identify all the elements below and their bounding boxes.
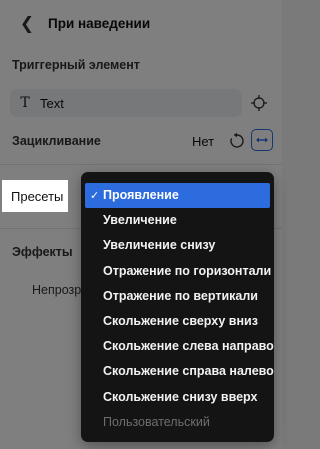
dropdown-option[interactable]: Скольжение сверху вниз xyxy=(85,309,270,334)
dropdown-option: Пользовательский xyxy=(85,410,270,435)
back-button[interactable]: ❮ xyxy=(18,14,36,34)
dropdown-option[interactable]: Отражение по горизонтали xyxy=(85,259,272,284)
trigger-element-field[interactable]: T Text xyxy=(10,89,242,117)
divider xyxy=(0,164,282,165)
pingpong-toggle-button[interactable] xyxy=(251,129,273,151)
page-title: При наведении xyxy=(48,16,151,31)
text-t-icon: T xyxy=(20,95,30,111)
loop-label: Зацикливание xyxy=(12,134,101,148)
panel-header: ❮ При наведении xyxy=(0,0,282,48)
chevron-left-icon: ❮ xyxy=(19,14,35,34)
dropdown-option[interactable]: Отражение по вертикали xyxy=(85,284,270,309)
presets-dropdown-list: ✓ Проявление Увеличение Увеличение снизу Отр… xyxy=(85,183,274,435)
dropdown-option-label: Увеличение снизу xyxy=(103,238,216,253)
loop-value[interactable]: Нет xyxy=(192,134,214,149)
dropdown-option[interactable]: Скольжение слева направо xyxy=(85,334,274,359)
dropdown-option-label: Проявление xyxy=(103,188,179,202)
checkmark-icon: ✓ xyxy=(90,189,100,202)
double-arrow-icon xyxy=(256,137,268,143)
dropdown-option[interactable]: Скольжение снизу вверх xyxy=(85,385,270,410)
dropdown-option-label: Увеличение xyxy=(103,213,177,228)
dropdown-option[interactable]: Увеличение xyxy=(85,208,270,233)
dropdown-option-label: Скольжение справа налево xyxy=(103,364,274,379)
trigger-element-value: Text xyxy=(40,95,64,111)
trigger-section-label: Триггерный элемент xyxy=(12,58,140,72)
effects-label: Эффекты xyxy=(12,245,73,259)
dropdown-option-label: Скольжение слева направо xyxy=(103,339,274,354)
presets-label: Пресеты xyxy=(2,180,68,212)
dropdown-option-label: Скольжение снизу вверх xyxy=(103,389,258,404)
dropdown-option[interactable]: Увеличение снизу xyxy=(85,233,270,258)
crosshair-icon[interactable] xyxy=(250,94,268,112)
replay-icon[interactable] xyxy=(228,132,246,150)
dropdown-option[interactable]: ✓ Проявление xyxy=(85,183,270,209)
dropdown-option-label: Отражение по горизонтали xyxy=(103,263,272,278)
dropdown-option-label: Скольжение сверху вниз xyxy=(103,313,258,328)
dropdown-option[interactable]: Скольжение справа налево xyxy=(85,359,274,384)
presets-dropdown-menu: ✓ Проявление Увеличение Увеличение снизу Отр… xyxy=(81,172,274,442)
dropdown-option-label: Отражение по вертикали xyxy=(103,288,258,303)
opacity-label: Непрозрачность xyxy=(32,283,82,297)
dropdown-option-label: Пользовательский xyxy=(103,414,210,429)
